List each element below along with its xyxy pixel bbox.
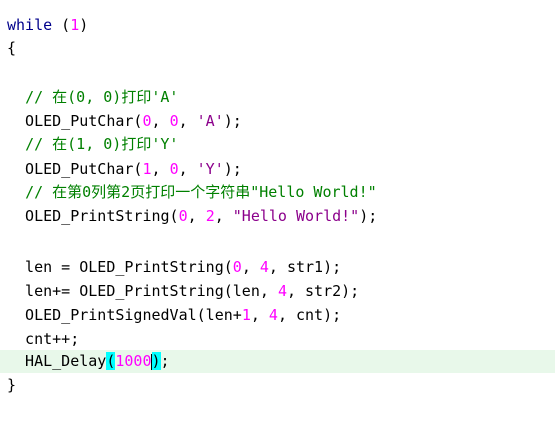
code-token: , cnt);: [277, 306, 342, 324]
code-token: ;: [160, 352, 170, 370]
code-line[interactable]: // 在(0, 0)打印'A': [0, 86, 555, 109]
code-text: len+= OLED_PrintString(len, 4, str2);: [7, 280, 359, 303]
code-token: OLED_PutChar(: [7, 112, 143, 130]
code-line[interactable]: // 在(1, 0)打印'Y': [0, 133, 555, 156]
code-line[interactable]: while (1): [0, 14, 555, 37]
code-token: }: [7, 376, 17, 394]
code-text: // 在(1, 0)打印'Y': [7, 133, 178, 156]
code-text: // 在第0列第2页打印一个字符串"Hello World!": [7, 181, 377, 204]
comment-token: // 在第0列第2页打印一个字符串"Hello World!": [25, 183, 377, 201]
code-text: cnt++;: [7, 328, 79, 351]
code-token: ): [79, 16, 89, 34]
code-text: OLED_PrintSignedVal(len+1, 4, cnt);: [7, 304, 341, 327]
number-token: 0: [178, 207, 188, 225]
code-token: cnt++;: [7, 330, 80, 348]
code-line[interactable]: len+= OLED_PrintString(len, 4, str2);: [0, 280, 555, 303]
number-token: 0: [169, 160, 179, 178]
code-token: );: [359, 207, 378, 225]
comment-token: // 在(1, 0)打印'Y': [25, 135, 179, 153]
code-token: {: [7, 39, 17, 57]
code-line[interactable]: // 在第0列第2页打印一个字符串"Hello World!": [0, 181, 555, 204]
code-token: ,: [178, 112, 197, 130]
code-line[interactable]: [0, 228, 555, 251]
number-token: 1: [142, 160, 152, 178]
string-token: 'A': [196, 112, 224, 130]
code-token: len+= OLED_PrintString(len,: [7, 282, 278, 300]
code-line[interactable]: OLED_PutChar(1, 0, 'Y');: [0, 158, 555, 181]
code-token: (: [52, 16, 71, 34]
number-token: 2: [205, 207, 215, 225]
keyword-token: while: [7, 16, 53, 34]
code-token: ,: [178, 160, 197, 178]
code-token: ,: [187, 207, 206, 225]
code-line[interactable]: OLED_PrintSignedVal(len+1, 4, cnt);: [0, 304, 555, 327]
code-line[interactable]: }: [0, 374, 555, 397]
code-text: while (1): [7, 14, 88, 37]
code-token: OLED_PrintString(: [7, 207, 179, 225]
number-token: 4: [277, 282, 287, 300]
code-line[interactable]: len = OLED_PrintString(0, 4, str1);: [0, 256, 555, 279]
code-line[interactable]: cnt++;: [0, 328, 555, 351]
code-token: );: [223, 160, 242, 178]
code-line[interactable]: {: [0, 37, 555, 60]
code-token: , str2);: [286, 282, 360, 300]
code-token: len = OLED_PrintString(: [7, 258, 233, 276]
number-token: 4: [259, 258, 269, 276]
code-token: ,: [241, 258, 260, 276]
current-code-line[interactable]: HAL_Delay(1000);: [0, 350, 555, 373]
comment-token: // 在(0, 0)打印'A': [25, 88, 179, 106]
code-text: }: [7, 374, 16, 397]
code-token: , str1);: [268, 258, 342, 276]
code-text: OLED_PrintString(0, 2, "Hello World!");: [7, 205, 377, 228]
code-token: );: [223, 112, 242, 130]
code-token: ,: [214, 207, 233, 225]
code-text: {: [7, 37, 16, 60]
code-text: len = OLED_PrintString(0, 4, str1);: [7, 256, 341, 279]
number-token: 1000: [115, 352, 152, 370]
number-token: 0: [232, 258, 242, 276]
code-token: ,: [151, 112, 170, 130]
code-token: ,: [151, 160, 170, 178]
code-text: OLED_PutChar(0, 0, 'A');: [7, 110, 242, 133]
code-token: ,: [250, 306, 269, 324]
matched-paren: ): [151, 352, 161, 370]
number-token: 0: [142, 112, 152, 130]
code-line[interactable]: OLED_PutChar(0, 0, 'A');: [0, 110, 555, 133]
code-line[interactable]: OLED_PrintString(0, 2, "Hello World!");: [0, 205, 555, 228]
string-token: "Hello World!": [232, 207, 360, 225]
number-token: 4: [268, 306, 278, 324]
code-text: HAL_Delay(1000);: [7, 350, 170, 373]
code-text: OLED_PutChar(1, 0, 'Y');: [7, 158, 242, 181]
code-token: HAL_Delay: [7, 352, 107, 370]
number-token: 1: [241, 306, 251, 324]
code-text: // 在(0, 0)打印'A': [7, 86, 178, 109]
code-token: OLED_PutChar(: [7, 160, 143, 178]
code-line[interactable]: [0, 60, 555, 83]
number-token: 1: [70, 16, 80, 34]
string-token: 'Y': [196, 160, 224, 178]
code-editor[interactable]: while (1) { // 在(0, 0)打印'A' OLED_PutChar(…: [0, 0, 555, 444]
code-token: OLED_PrintSignedVal(len+: [7, 306, 242, 324]
number-token: 0: [169, 112, 179, 130]
